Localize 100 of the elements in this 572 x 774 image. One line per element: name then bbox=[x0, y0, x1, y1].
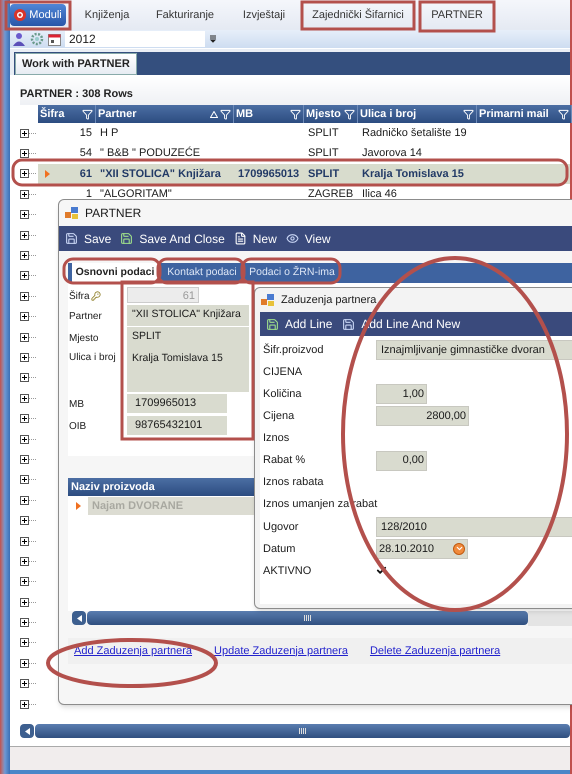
table-row[interactable]: 15 H P SPLIT Radničko šetalište 19 bbox=[38, 123, 570, 144]
number-field[interactable]: 0,00 bbox=[376, 450, 427, 471]
toolbar-button[interactable]: New bbox=[234, 230, 277, 248]
menu-tab[interactable]: PARTNER bbox=[424, 4, 490, 26]
scroll-left-icon bbox=[76, 614, 82, 622]
expand-icon[interactable] bbox=[20, 434, 36, 444]
page-icon bbox=[234, 232, 247, 245]
filter-icon[interactable] bbox=[463, 108, 474, 120]
expand-icon[interactable] bbox=[20, 496, 36, 505]
expand-icon[interactable] bbox=[20, 414, 36, 424]
horizontal-scrollbar[interactable] bbox=[20, 724, 570, 738]
expand-icon[interactable] bbox=[20, 169, 36, 178]
sort-icon[interactable] bbox=[210, 110, 218, 118]
column-header[interactable]: Šifra bbox=[38, 105, 96, 123]
expand-icon[interactable] bbox=[20, 618, 36, 628]
action-link[interactable]: Update Zaduzenja partnera bbox=[214, 642, 348, 660]
window-title: PARTNER bbox=[85, 205, 142, 222]
menu-tab[interactable]: Fakturiranje bbox=[148, 4, 222, 26]
expand-icon[interactable] bbox=[20, 190, 36, 199]
menu-tab[interactable]: Moduli bbox=[10, 4, 66, 26]
action-link[interactable]: Add Zaduzenja partnera bbox=[74, 642, 192, 660]
filter-icon[interactable] bbox=[290, 108, 301, 120]
text-field[interactable]: 1709965013 bbox=[127, 394, 227, 412]
field-label: Iznos rabata bbox=[262, 475, 325, 490]
toolbar-button[interactable]: Save bbox=[65, 230, 112, 248]
filter-icon[interactable] bbox=[220, 108, 231, 120]
user-icon[interactable] bbox=[12, 32, 26, 46]
row-indicator-icon bbox=[44, 170, 50, 178]
table-row[interactable]: 54 " B&B " PODUZEĆE SPLIT Javorova 14 bbox=[38, 143, 570, 164]
column-header[interactable]: Naziv proizvoda bbox=[71, 478, 155, 496]
year-field[interactable]: 2012 bbox=[65, 31, 205, 47]
window-icon bbox=[65, 207, 79, 219]
horizontal-scrollbar[interactable] bbox=[72, 611, 528, 625]
filter-icon[interactable] bbox=[558, 108, 569, 120]
expand-icon[interactable] bbox=[20, 577, 36, 586]
text-field[interactable]: SPLIT bbox=[127, 326, 249, 348]
expand-icon[interactable] bbox=[20, 332, 36, 342]
dropdown-icon[interactable] bbox=[209, 35, 217, 43]
column-header[interactable]: Mjesto bbox=[304, 105, 358, 123]
expand-icon[interactable] bbox=[20, 128, 36, 138]
expand-icon[interactable] bbox=[20, 475, 36, 484]
text-field[interactable]: 98765432101 bbox=[127, 416, 227, 434]
text-field[interactable]: 128/2010 bbox=[376, 516, 572, 537]
selected-row[interactable]: 61 "XII STOLICA" Knjižara 1709965013 SPLIT Kralja Tomislava 15 bbox=[38, 164, 570, 184]
date-field[interactable]: 28.10.2010 bbox=[376, 538, 468, 559]
expand-icon[interactable] bbox=[20, 598, 36, 607]
window-title: Zaduzenja partnera bbox=[281, 292, 376, 308]
calendar-icon[interactable] bbox=[48, 32, 61, 46]
expand-icon[interactable] bbox=[20, 312, 36, 322]
menu-tab[interactable]: Izvještaji bbox=[236, 4, 292, 26]
table-cell-text: 1 bbox=[86, 187, 92, 202]
expand-icon[interactable] bbox=[20, 210, 36, 220]
form-tab[interactable]: Kontakt podaci bbox=[162, 263, 242, 283]
text-area[interactable]: Kralja Tomislava 15 bbox=[127, 348, 249, 392]
expand-icon[interactable] bbox=[20, 394, 36, 403]
expand-icon[interactable] bbox=[20, 454, 36, 464]
action-link[interactable]: Delete Zaduzenja partnera bbox=[370, 642, 500, 660]
expand-icon[interactable] bbox=[20, 149, 36, 158]
toolbar-button[interactable]: Add Line bbox=[266, 315, 332, 333]
menu-tab[interactable]: Zajednički Šifarnici bbox=[306, 4, 410, 26]
expand-icon[interactable] bbox=[20, 292, 36, 301]
document-tab[interactable]: Work with PARTNER bbox=[15, 53, 137, 75]
text-field[interactable]: Iznajmljivanje gimnastičke dvoran bbox=[376, 340, 572, 360]
menu-tab[interactable]: Knjiženja bbox=[80, 4, 134, 26]
grip-icon bbox=[304, 615, 311, 621]
form-tab[interactable]: Podaci o ŽRN-ima bbox=[246, 263, 338, 283]
table-cell-text: ZAGREB bbox=[308, 187, 354, 202]
window-icon bbox=[261, 294, 275, 306]
calendar-dropdown-icon[interactable] bbox=[453, 542, 465, 555]
expand-icon[interactable] bbox=[20, 373, 36, 382]
highlight-box bbox=[4, 0, 72, 30]
expand-icon[interactable] bbox=[20, 516, 36, 526]
filter-icon[interactable] bbox=[82, 108, 93, 120]
expand-icon[interactable] bbox=[20, 230, 36, 240]
field-label: Rabat % bbox=[262, 453, 306, 468]
key-icon bbox=[90, 291, 101, 301]
toolbar-button[interactable]: Save And Close bbox=[120, 230, 225, 248]
code-field: 61 bbox=[127, 287, 199, 303]
expand-icon[interactable] bbox=[20, 556, 36, 566]
table-cell-text: Ilica 46 bbox=[362, 187, 397, 202]
expand-icon[interactable] bbox=[20, 658, 36, 668]
number-field[interactable]: 2800,00 bbox=[376, 406, 469, 426]
expand-icon[interactable] bbox=[20, 352, 36, 362]
number-field[interactable]: 1,00 bbox=[376, 384, 427, 404]
expand-icon[interactable] bbox=[20, 638, 36, 648]
table-cell-text: SPLIT bbox=[308, 146, 339, 162]
column-header[interactable]: MB bbox=[234, 105, 304, 123]
column-header[interactable]: Ulica i broj bbox=[358, 105, 477, 123]
expand-icon[interactable] bbox=[20, 251, 36, 260]
column-header[interactable]: Primarni mail bbox=[477, 105, 572, 123]
filter-icon[interactable] bbox=[344, 108, 355, 120]
expand-icon[interactable] bbox=[20, 700, 36, 709]
expand-icon[interactable] bbox=[20, 271, 36, 280]
text-field[interactable]: "XII STOLICA" Knjižara bbox=[127, 304, 249, 326]
save-icon bbox=[342, 318, 356, 330]
column-header[interactable]: Partner bbox=[96, 105, 234, 123]
scroll-left-icon bbox=[24, 728, 30, 734]
expand-icon[interactable] bbox=[20, 679, 36, 688]
expand-icon[interactable] bbox=[20, 536, 36, 546]
toolbar-button[interactable]: View bbox=[286, 230, 331, 248]
